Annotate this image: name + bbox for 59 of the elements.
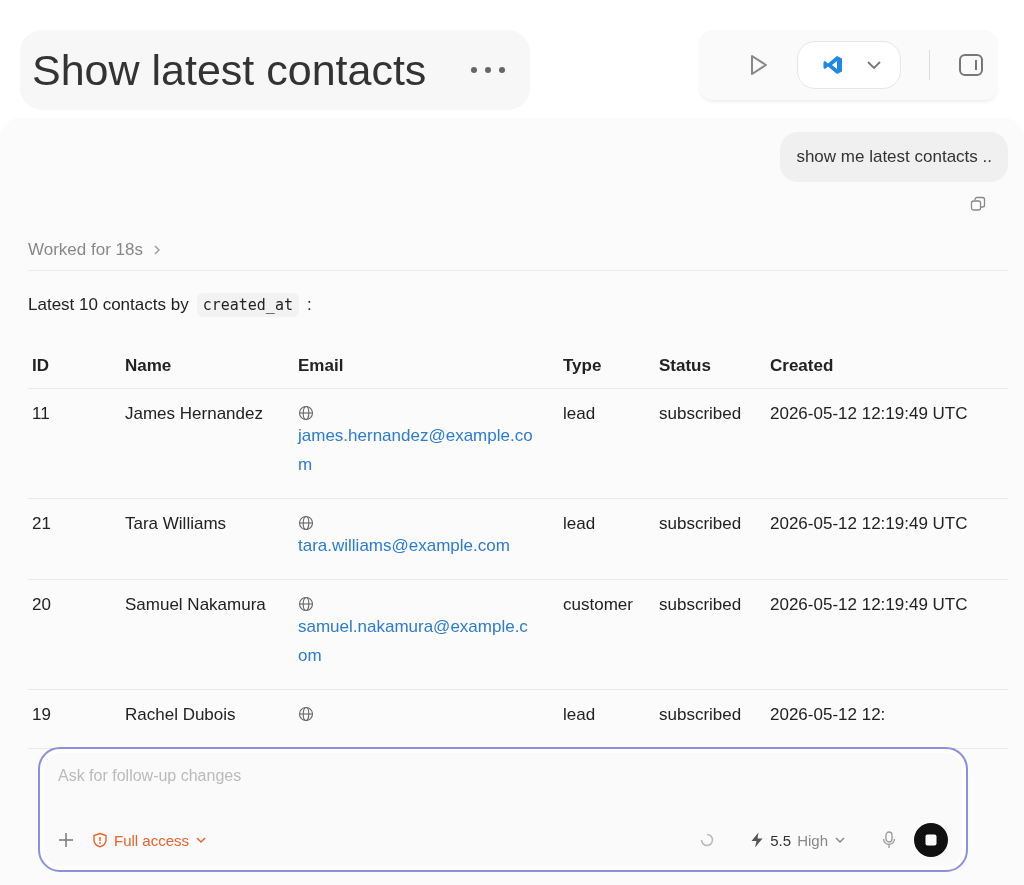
table-cell-text: subscribed [658, 704, 743, 726]
table-cell-text: 2026-05-12 12:19:49 UTC [769, 513, 969, 535]
spinner-icon [700, 833, 715, 847]
table-cell-text: 2026-05-12 12:19:49 UTC [769, 594, 969, 616]
chevron-down-icon [195, 836, 208, 844]
plus-icon[interactable] [58, 832, 74, 848]
table-cell-text: Tara Williams [124, 513, 228, 535]
microphone-icon[interactable] [882, 831, 896, 849]
column-header: Created [769, 355, 835, 377]
table-cell-text: 20 [31, 594, 52, 616]
more-icon[interactable] [470, 66, 507, 74]
table-cell-text: 21 [31, 513, 52, 535]
table-cell-text: 19 [31, 704, 52, 726]
worked-summary[interactable]: Worked for 18s [28, 240, 161, 260]
intro-text: Latest 10 contacts by [28, 295, 189, 315]
access-dropdown[interactable]: Full access [92, 831, 208, 849]
table-cell-text: 11 [31, 403, 51, 425]
copy-icon[interactable] [970, 196, 986, 212]
email-link[interactable]: samuel.nakamura@example.com [298, 612, 536, 670]
column-header: Email [297, 355, 345, 377]
table-cell-text: subscribed [658, 403, 743, 425]
table-cell-text: lead [562, 513, 597, 535]
email-link[interactable]: tara.williams@example.com [298, 531, 536, 560]
table-cell-text: lead [562, 403, 597, 425]
table-cell-text: 2026-05-12 12: [769, 704, 887, 726]
chevron-down-icon [834, 836, 846, 844]
user-message: show me latest contacts .. [780, 132, 1008, 182]
globe-icon [298, 596, 314, 612]
lightning-icon [750, 832, 765, 848]
chevron-right-icon [152, 244, 161, 256]
model-dropdown[interactable]: 5.5 High [750, 831, 846, 849]
conversation-title: Show latest contacts [32, 45, 427, 95]
stop-icon [925, 834, 937, 846]
table-cell-text: subscribed [658, 513, 743, 535]
follow-up-field[interactable]: Ask for follow-up changes Full access 5.5 High [38, 747, 968, 872]
shield-alert-icon [92, 832, 108, 848]
table-cell-text: subscribed [658, 594, 743, 616]
column-header: ID [31, 355, 50, 377]
table-cell-text: 2026-05-12 12:19:49 UTC [769, 403, 969, 425]
colon-text: : [306, 295, 312, 315]
column-header: Type [562, 355, 603, 377]
email-link[interactable]: james.hernandez@example.com [298, 421, 536, 479]
globe-icon [298, 706, 314, 722]
table-cell-text: Rachel Dubois [124, 704, 237, 726]
table-cell-text: customer [562, 594, 634, 616]
table-cell-text: lead [562, 704, 597, 726]
column-header: Status [658, 355, 712, 377]
stop-button[interactable] [914, 823, 948, 857]
globe-icon [298, 515, 314, 531]
editor-icon [822, 54, 844, 76]
table-cell-text: James Hernandez [124, 403, 264, 425]
column-header: Name [124, 355, 173, 377]
chevron-down-icon [866, 60, 882, 70]
play-icon[interactable] [749, 54, 769, 76]
editor-dropdown[interactable] [797, 41, 901, 89]
globe-icon [298, 405, 314, 421]
inline-code: created_at [196, 293, 299, 317]
table-cell-text: Samuel Nakamura [124, 594, 267, 616]
panel-toggle-icon[interactable] [958, 53, 984, 77]
